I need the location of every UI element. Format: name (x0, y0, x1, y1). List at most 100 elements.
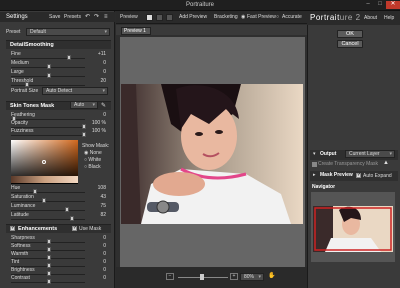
detail-smoothing-title: DetailSmoothing (10, 42, 54, 48)
slider-track[interactable] (11, 85, 85, 86)
slider-value[interactable]: 0 (103, 276, 106, 281)
split-vertical-icon[interactable] (156, 14, 163, 21)
detail-smoothing-section[interactable]: DetailSmoothing (6, 40, 111, 49)
skin-mode-value: Auto (74, 102, 85, 108)
slider-thumb[interactable] (70, 216, 75, 221)
zoom-dropdown[interactable]: 80% ▾ (240, 273, 264, 281)
undo-icon[interactable]: ↶ (85, 14, 90, 20)
skin-tone-strip[interactable] (11, 176, 78, 183)
slider-value[interactable]: 0 (103, 236, 106, 241)
about-link[interactable]: About (364, 16, 377, 21)
chevron-down-icon: ▾ (102, 88, 105, 94)
bracketing-button[interactable]: Bracketing (214, 15, 238, 20)
slider-fuzziness[interactable]: Fuzziness 100 % (6, 127, 111, 137)
zoom-out-icon[interactable]: − (166, 273, 174, 280)
slider-track[interactable] (11, 135, 85, 136)
mask-preview-expand-icon[interactable]: ▸ (313, 173, 316, 178)
slider-value[interactable]: 43 (100, 195, 106, 200)
right-header: Portraiture 2 About Help (307, 11, 400, 25)
skin-tones-title: Skin Tones Mask (10, 103, 55, 109)
slider-thumb[interactable] (47, 279, 51, 284)
show-mask-radio[interactable]: ○ White (84, 158, 101, 163)
navigator-thumbnail[interactable] (311, 192, 395, 262)
chevron-down-icon: ▾ (92, 102, 95, 108)
slider-value[interactable]: 0 (103, 252, 106, 257)
close-button[interactable]: ✕ (386, 1, 400, 9)
settings-header: Settings Save Presets ↶ ↷ ≡ (0, 12, 115, 22)
single-view-icon[interactable] (146, 14, 153, 21)
presets-button[interactable]: Presets (64, 15, 81, 20)
slider-value[interactable]: 0 (103, 268, 106, 273)
output-collapse-icon[interactable]: ▾ (313, 152, 316, 157)
output-dropdown[interactable]: Current Layer ▾ (345, 150, 395, 158)
slider-value[interactable]: 20 (100, 79, 106, 84)
portrait-size-dropdown[interactable]: Auto Detect ▾ (42, 87, 108, 95)
skin-mode-dropdown[interactable]: Auto ▾ (70, 101, 98, 109)
minimize-button[interactable]: – (362, 1, 374, 9)
output-value: Current Layer (349, 151, 380, 157)
slider-threshold[interactable]: Threshold 20 (6, 77, 111, 87)
slider-label: Contrast (11, 275, 30, 281)
fast-preview-radio[interactable]: ◉ (241, 15, 245, 20)
slider-value[interactable]: 100 % (92, 121, 106, 126)
slider-value[interactable]: 0 (103, 260, 106, 265)
slider-value[interactable]: 0 (103, 244, 106, 249)
zoom-slider-thumb[interactable] (200, 274, 204, 280)
zoom-bar: − + 80% ▾ ✋ (116, 267, 307, 288)
portrait-size-value: Auto Detect (46, 88, 73, 94)
use-mask-checkbox[interactable] (72, 226, 77, 231)
redo-icon[interactable]: ↷ (94, 14, 99, 20)
show-mask-label: Show Mask: (82, 143, 110, 149)
slider-label: Saturation (11, 194, 34, 200)
slider-value[interactable]: 108 (98, 186, 106, 191)
slider-value[interactable]: 75 (100, 204, 106, 209)
auto-expand-checkbox[interactable] (356, 173, 361, 178)
slider-value[interactable]: 0 (103, 113, 106, 118)
brand-logo: Portraiture 2 (310, 13, 361, 22)
cancel-button[interactable]: Cancel (337, 40, 363, 48)
slider-thumb[interactable] (25, 82, 30, 87)
enhancements-checkbox[interactable] (10, 226, 15, 231)
preset-dropdown[interactable]: Default ▾ (26, 28, 110, 36)
window-title: Portraiture (185, 2, 214, 8)
split-horizontal-icon[interactable] (166, 14, 173, 21)
eyedropper-icon[interactable]: ✎ (101, 103, 106, 109)
portrait-photo[interactable] (121, 84, 303, 224)
navigator-label: Navigator (312, 184, 336, 190)
slider-value[interactable]: +11 (98, 52, 106, 57)
help-link[interactable]: Help (384, 16, 394, 21)
slider-latitude[interactable]: Latitude 82 (6, 211, 111, 221)
slider-value[interactable]: 0 (103, 61, 106, 66)
tab-preview-1[interactable]: Preview 1 (121, 27, 151, 35)
slider-value[interactable]: 100 % (92, 129, 106, 134)
preset-value: Default (30, 29, 46, 35)
accurate-label: Accurate (282, 14, 302, 20)
preview-toolbar: Preview Add Preview Bracketing ◉ Fast Pr… (116, 11, 307, 24)
slider-value[interactable]: 0 (103, 70, 106, 75)
slider-thumb[interactable] (81, 132, 86, 137)
show-mask-radio[interactable]: ○ Black (84, 165, 101, 170)
ok-button[interactable]: OK (337, 30, 363, 38)
show-mask-option-label: Black (88, 164, 101, 170)
output-label: Output (320, 151, 337, 157)
menu-icon[interactable]: ≡ (104, 14, 108, 20)
slider-label: Luminance (11, 203, 36, 209)
show-mask-radio[interactable]: ◉ None (84, 151, 102, 156)
navigator-view[interactable] (311, 192, 395, 262)
color-picker-marker[interactable] (42, 160, 46, 164)
tab-label: Preview 1 (124, 28, 146, 34)
save-button[interactable]: Save (49, 15, 60, 20)
slider-contrast[interactable]: Contrast 0 (6, 274, 111, 284)
transparency-checkbox[interactable] (312, 162, 317, 167)
show-mask-option-label: White (88, 157, 102, 163)
maximize-button[interactable]: □ (374, 1, 386, 9)
accurate-radio[interactable]: ○ (276, 15, 279, 20)
use-mask-label: Use Mask (79, 226, 102, 232)
transparency-label: Create Transparency Mask (318, 161, 379, 167)
hand-tool-icon[interactable]: ✋ (268, 273, 275, 279)
portrait-size-label: Portrait Size (11, 88, 39, 94)
preset-label: Preset (6, 29, 21, 35)
slider-value[interactable]: 82 (100, 213, 106, 218)
zoom-in-icon[interactable]: + (230, 273, 238, 280)
add-preview-button[interactable]: Add Preview (179, 15, 207, 20)
